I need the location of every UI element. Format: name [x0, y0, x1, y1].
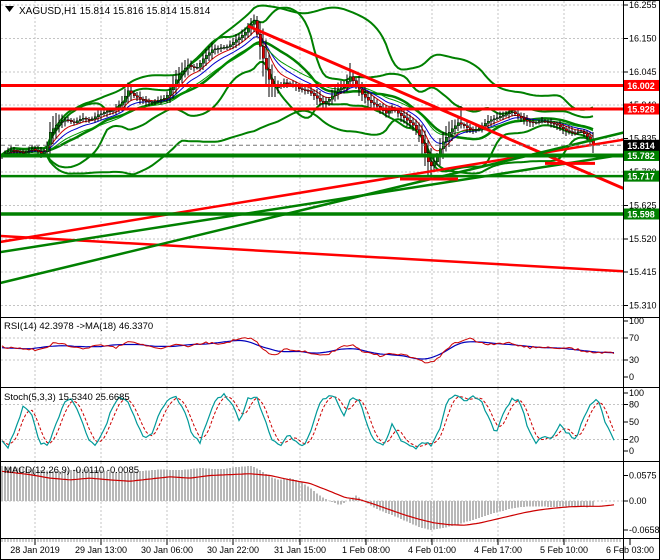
rsi-label: RSI(14) 42.3978 ->MA(18) 46.3370 [4, 321, 153, 332]
svg-text:-0.0658: -0.0658 [629, 525, 660, 535]
svg-text:30 Jan 22:00: 30 Jan 22:00 [207, 545, 259, 555]
svg-text:20: 20 [629, 434, 639, 444]
svg-text:28 Jan 2019: 28 Jan 2019 [10, 545, 60, 555]
symbol-dropdown-icon[interactable] [5, 6, 14, 12]
svg-text:15.598: 15.598 [627, 209, 655, 219]
svg-text:15.717: 15.717 [627, 172, 655, 182]
svg-text:70: 70 [629, 333, 639, 343]
svg-text:16.045: 16.045 [629, 67, 657, 77]
svg-text:16.150: 16.150 [629, 33, 657, 43]
svg-text:80: 80 [629, 400, 639, 410]
svg-text:0.0575: 0.0575 [629, 471, 657, 481]
svg-text:100: 100 [629, 316, 644, 326]
svg-text:30 Jan 06:00: 30 Jan 06:00 [141, 545, 193, 555]
main-chart-panel[interactable] [0, 1, 634, 317]
svg-text:15.310: 15.310 [629, 301, 657, 311]
stoch-label: Stoch(5,3,3) 15.5340 25.6685 [4, 392, 130, 403]
svg-text:0.00: 0.00 [629, 496, 647, 506]
svg-text:15.782: 15.782 [627, 151, 655, 161]
price-axis[interactable]: 16.25516.15016.04515.94015.83515.73015.6… [623, 0, 660, 535]
svg-text:15.520: 15.520 [629, 234, 657, 244]
svg-text:31 Jan 15:00: 31 Jan 15:00 [274, 545, 326, 555]
svg-text:15.928: 15.928 [627, 105, 655, 115]
macd-label: MACD(12,26,9) -0.0110 -0.0085 [4, 465, 139, 476]
svg-text:30: 30 [629, 355, 639, 365]
time-axis[interactable]: 28 Jan 2019 29 Jan 13:00 30 Jan 06:00 30 Ja… [1, 539, 654, 555]
svg-text:16.255: 16.255 [629, 0, 657, 10]
svg-text:0: 0 [629, 372, 634, 382]
chart-canvas[interactable]: 16.25516.15016.04515.94015.83515.73015.6… [0, 0, 660, 560]
svg-text:16.002: 16.002 [627, 81, 655, 91]
svg-text:4 Feb 17:00: 4 Feb 17:00 [474, 545, 522, 555]
svg-text:15.814: 15.814 [627, 141, 655, 151]
svg-text:29 Jan 13:00: 29 Jan 13:00 [75, 545, 127, 555]
svg-text:4 Feb 01:00: 4 Feb 01:00 [408, 545, 456, 555]
svg-text:50: 50 [629, 417, 639, 427]
trading-chart-window: 16.25516.15016.04515.94015.83515.73015.6… [0, 0, 660, 560]
svg-text:0: 0 [629, 446, 634, 456]
svg-text:6 Feb 03:00: 6 Feb 03:00 [606, 545, 654, 555]
svg-text:15.415: 15.415 [629, 267, 657, 277]
svg-text:1 Feb 08:00: 1 Feb 08:00 [342, 545, 390, 555]
chart-title: XAGUSD,H1 15.814 15.816 15.814 15.814 [19, 6, 211, 17]
svg-text:100: 100 [629, 388, 644, 398]
svg-text:5 Feb 10:00: 5 Feb 10:00 [540, 545, 588, 555]
